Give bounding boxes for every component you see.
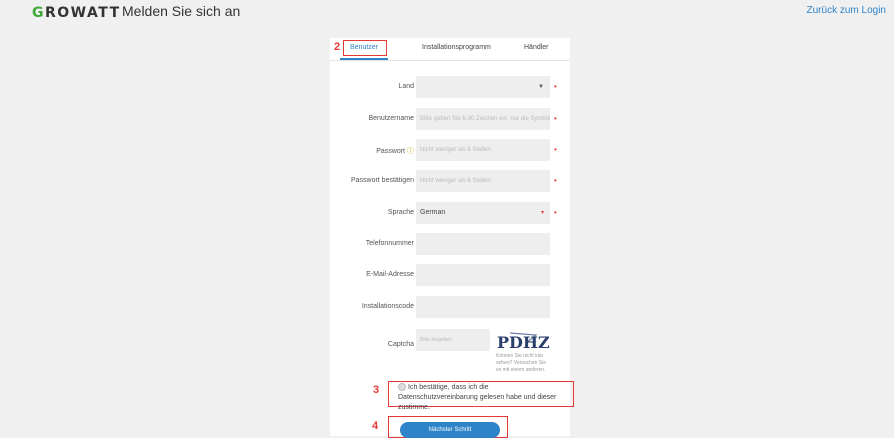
back-to-login-link[interactable]: Zurück zum Login [807,5,886,16]
captcha-image[interactable]: PDHZ [496,329,550,351]
country-row: Land ▼ • [330,76,570,98]
required-mark: • [554,82,557,91]
top-bar: GROWATT Melden Sie sich an Zurück zum Lo… [0,0,894,21]
country-select[interactable]: ▼ [416,76,550,98]
language-row: Sprache German ▾ • [330,202,570,224]
username-row: Benutzername Bitte geben Sie 6-30 Zeiche… [330,108,570,130]
annotation-box-tab [343,40,387,56]
dropdown-arrow-icon: ▼ [538,84,544,90]
captcha-refresh-hint[interactable]: Können Sie nicht klar sehen? Versuchen S… [496,353,552,374]
password-confirm-row: Passwort bestätigen Nicht weniger als 6 … [330,170,570,192]
tab-installer[interactable]: Installationsprogramm [422,44,491,51]
annotation-number-4: 4 [372,420,379,432]
page-title: Melden Sie sich an [122,3,241,19]
required-mark: • [554,145,557,154]
email-input[interactable] [416,264,550,286]
password-label: Passwort [376,148,405,155]
phone-row: Telefonnummer [330,233,570,255]
password-confirm-input[interactable]: Nicht weniger als 6 Stellen [416,170,550,192]
language-value: German [420,209,446,216]
tab-dealer[interactable]: Händler [524,44,549,51]
dropdown-arrow-icon: ▾ [540,210,544,216]
info-icon[interactable]: ⓘ [407,148,414,155]
password-row: Passwort ⓘ Nicht weniger als 6 Stellen • [330,139,570,161]
privacy-consent[interactable]: Ich bestätige, dass ich die Datenschutzv… [398,383,570,413]
phone-label: Telefonnummer [365,240,414,247]
password-confirm-label: Passwort bestätigen [350,177,414,184]
email-label: E-Mail-Adresse [366,271,414,278]
captcha-label: Captcha [387,341,414,348]
required-mark: • [554,208,557,217]
consent-checkbox[interactable] [398,383,406,392]
phone-input[interactable] [416,233,550,255]
annotation-number-2: 2 [334,41,341,53]
required-mark: • [554,176,557,185]
growatt-logo: GROWATT [32,5,121,21]
country-label: Land [398,83,414,90]
consent-text: Ich bestätige, dass ich die Datenschutzv… [398,384,557,411]
username-input[interactable]: Bitte geben Sie 6-30 Zeichen ein, nur di… [416,108,550,130]
active-tab-indicator [340,58,388,60]
install-code-label: Installationscode [361,303,414,310]
install-code-input[interactable] [416,296,550,318]
install-code-row: Installationscode [330,296,570,318]
captcha-row: Captcha Bitte eingeben PDHZ Können Sie n… [330,329,570,373]
required-mark: • [554,114,557,123]
password-label-group: Passwort ⓘ [376,146,414,156]
language-select[interactable]: German ▾ [416,202,550,224]
captcha-glyphs: PDHZ [497,333,550,351]
username-label: Benutzername [368,115,414,122]
language-label: Sprache [387,209,414,216]
captcha-input[interactable]: Bitte eingeben [416,329,490,351]
registration-form: Benutzer Installationsprogramm Händler 2… [330,38,574,438]
email-row: E-Mail-Adresse [330,264,570,286]
annotation-number-3: 3 [373,384,380,396]
password-input[interactable]: Nicht weniger als 6 Stellen [416,139,550,161]
